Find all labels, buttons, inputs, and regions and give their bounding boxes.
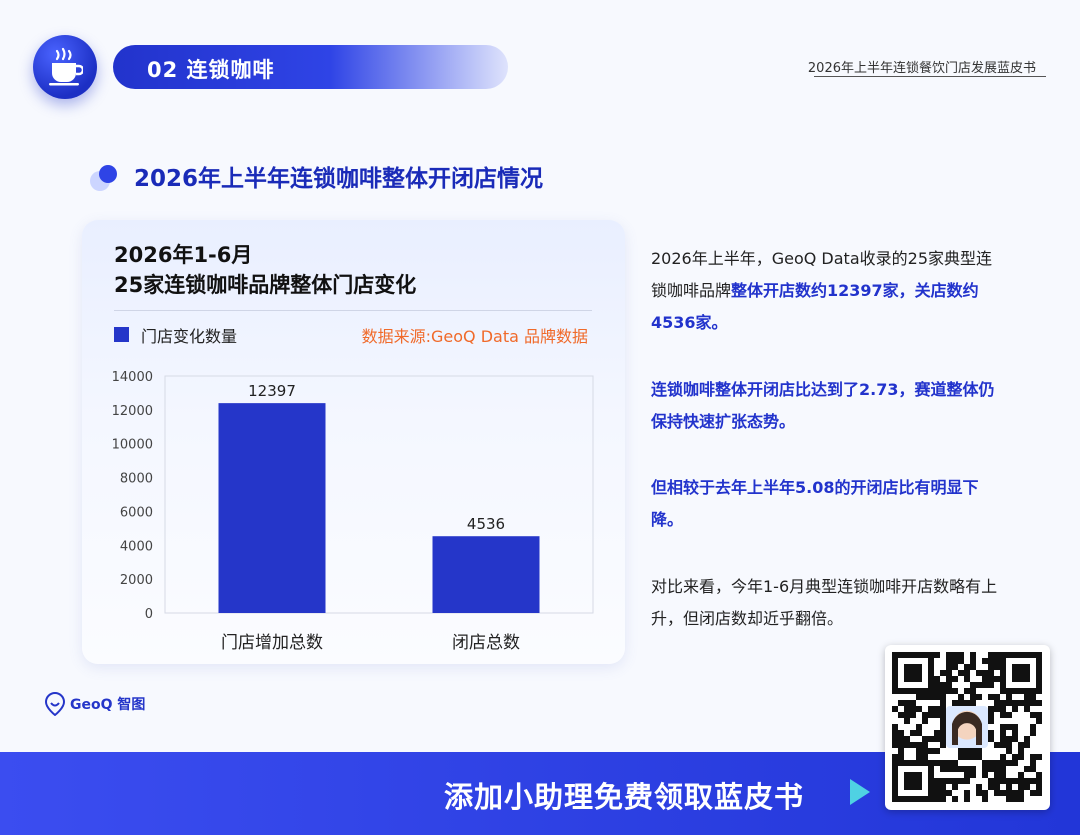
paragraph-2: 连锁咖啡整体开闭店比达到了2.73，赛道整体仍保持快速扩张态势。 [651, 380, 995, 431]
y-tick-label: 14000 [112, 370, 153, 385]
cta-text[interactable]: 添加小助理免费领取蓝皮书 [444, 774, 804, 816]
y-tick-label: 0 [145, 607, 153, 622]
x-tick-label: 闭店总数 [452, 633, 520, 653]
data-label: 12397 [248, 382, 296, 400]
logo-text: GeoQ 智图 [70, 697, 146, 713]
y-tick-label: 2000 [120, 573, 153, 588]
paragraph-3: 但相较于去年上半年5.08的开闭店比有明显下降。 [651, 478, 979, 529]
play-arrow-icon [850, 779, 870, 805]
data-label: 4536 [467, 515, 505, 533]
y-tick-label: 12000 [112, 404, 153, 419]
paragraph-1: 2026年上半年，GeoQ Data收录的25家典型连锁咖啡品牌整体开店数约12… [651, 243, 1001, 339]
x-tick-label: 门店增加总数 [221, 633, 323, 653]
qr-code[interactable] [885, 645, 1050, 810]
bar [432, 536, 540, 613]
geoq-logo: GeoQ 智图 [44, 692, 145, 716]
y-tick-label: 8000 [120, 472, 153, 487]
qr-code-pattern [892, 652, 1042, 802]
y-tick-label: 6000 [120, 505, 153, 520]
paragraph-4: 对比来看，今年1-6月典型连锁咖啡开店数略有上升，但闭店数却近乎翻倍。 [651, 577, 998, 628]
map-pin-icon [44, 692, 66, 716]
y-tick-label: 10000 [112, 438, 153, 453]
y-tick-label: 4000 [120, 539, 153, 554]
bar [218, 403, 326, 613]
